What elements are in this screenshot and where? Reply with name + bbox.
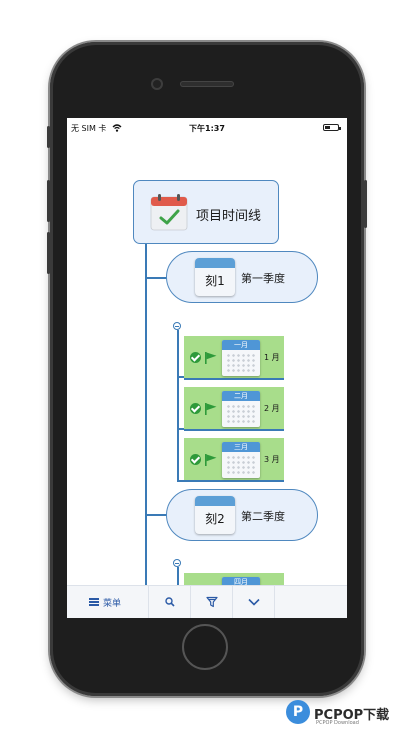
quarter-node[interactable]: 刻1 第一季度 — [166, 251, 318, 303]
power-button — [364, 180, 367, 228]
root-connector — [145, 244, 147, 585]
bottom-toolbar: 菜单 — [67, 585, 347, 618]
filter-icon — [206, 596, 218, 608]
calendar-check-icon — [150, 194, 188, 231]
volume-up-button — [47, 180, 50, 222]
month-label: 2 月 — [264, 404, 280, 413]
root-node[interactable]: 项目时间线 — [133, 180, 279, 244]
month-label: 3 月 — [264, 455, 280, 464]
month-calendar-icon: 三月 — [222, 442, 260, 478]
quarter-badge-text: 刻1 — [205, 274, 225, 288]
connector-q2 — [145, 514, 167, 516]
quarter-badge: 刻2 — [195, 496, 235, 534]
quarter-badge: 刻1 — [195, 258, 235, 296]
connector-q1 — [145, 277, 167, 279]
earpiece-speaker — [180, 81, 234, 87]
badge-band — [195, 496, 235, 506]
chevron-down-icon — [248, 598, 260, 606]
menu-button[interactable]: 菜单 — [67, 586, 149, 618]
watermark-subtitle: PCPOP Download — [316, 720, 359, 726]
root-title: 项目时间线 — [196, 209, 262, 224]
collapse-toggle[interactable] — [173, 559, 181, 567]
calendar-grid — [226, 404, 256, 424]
badge-band — [195, 258, 235, 268]
calendar-grid — [226, 353, 256, 373]
clock: 下午1:37 — [189, 124, 225, 133]
check-circle-icon — [190, 352, 201, 363]
check-circle-icon — [190, 454, 201, 465]
quarter-node[interactable]: 刻2 第二季度 — [166, 489, 318, 541]
status-bar: 无 SIM 卡 下午1:37 — [67, 118, 347, 138]
collapse-toggle[interactable] — [173, 322, 181, 330]
quarter-label: 第一季度 — [241, 272, 285, 285]
menu-label: 菜单 — [103, 599, 122, 609]
month-label: 1 月 — [264, 353, 280, 362]
battery-icon — [323, 124, 341, 131]
quarter-label: 第二季度 — [241, 510, 285, 523]
search-button[interactable] — [149, 586, 191, 618]
quarter-badge-text: 刻2 — [205, 512, 225, 526]
month-band: 二月 — [222, 391, 260, 401]
q2-branch-line — [177, 567, 179, 585]
app-screen: 无 SIM 卡 下午1:37 项目时间线 刻1 第一季度 一月 1 月 二月 2… — [67, 118, 347, 618]
check-circle-icon — [190, 403, 201, 414]
mute-switch — [47, 126, 50, 148]
q1-branch-line — [177, 330, 179, 482]
flag-icon — [205, 352, 217, 364]
month-node[interactable]: 一月 1 月 — [184, 336, 284, 380]
search-icon — [165, 597, 175, 607]
hamburger-icon — [89, 598, 99, 606]
volume-down-button — [47, 232, 50, 274]
month-calendar-icon: 一月 — [222, 340, 260, 376]
filter-button[interactable] — [191, 586, 233, 618]
flag-icon — [205, 454, 217, 466]
calendar-grid — [226, 455, 256, 475]
month-band: 一月 — [222, 340, 260, 350]
front-camera — [151, 78, 163, 90]
watermark-logo: P — [286, 700, 310, 724]
watermark: P PCPOP下载 PCPOP Download — [286, 698, 414, 736]
flag-icon — [205, 403, 217, 415]
home-button[interactable] — [182, 624, 228, 670]
month-node[interactable]: 二月 2 月 — [184, 387, 284, 431]
month-node[interactable]: 三月 3 月 — [184, 438, 284, 482]
month-band: 三月 — [222, 442, 260, 452]
month-calendar-icon: 二月 — [222, 391, 260, 427]
collapse-button[interactable] — [233, 586, 275, 618]
